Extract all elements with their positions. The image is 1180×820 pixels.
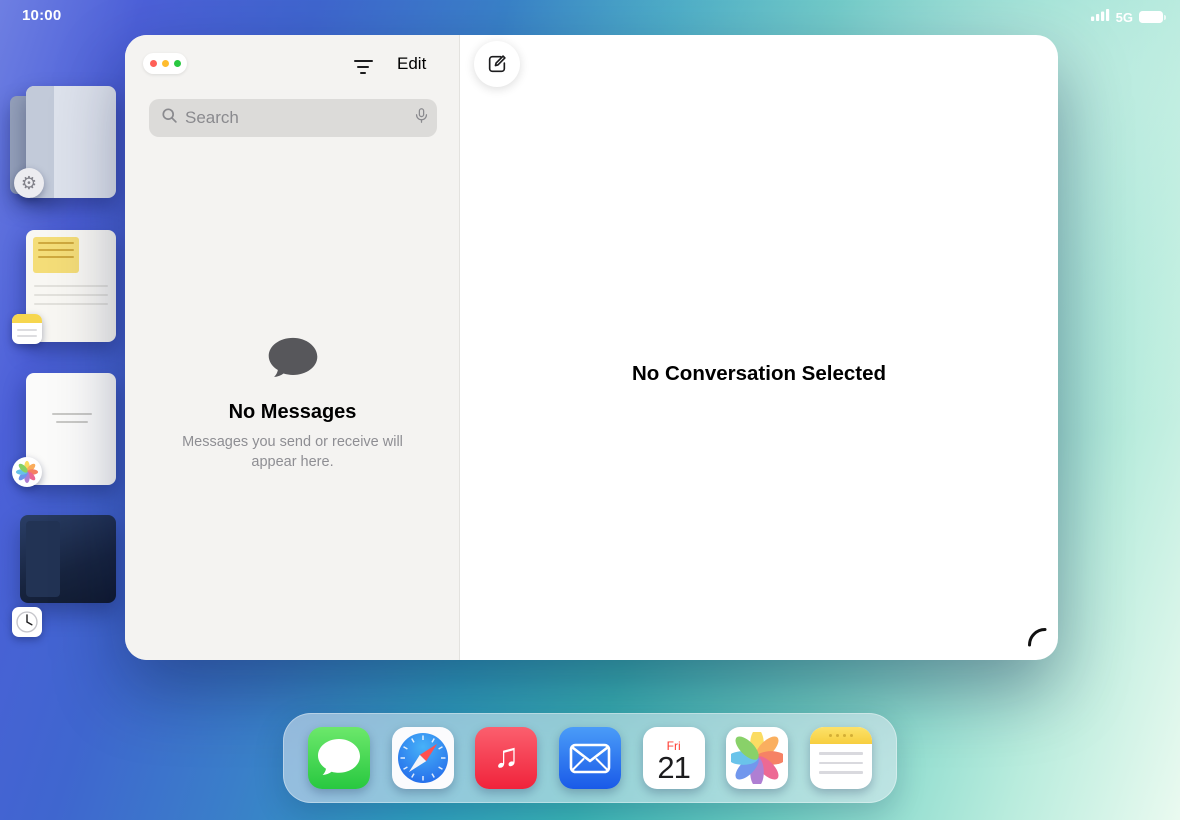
dock-icon-calendar[interactable]: Fri 21 xyxy=(642,727,705,789)
stage-thumbnail-settings[interactable]: ⚙ xyxy=(8,86,120,204)
chat-bubble-icon xyxy=(266,335,320,389)
stage-thumbnail-photos[interactable] xyxy=(8,373,120,491)
search-input[interactable] xyxy=(185,108,406,128)
dictation-mic-icon[interactable] xyxy=(413,107,430,129)
minimize-window-dot[interactable] xyxy=(161,60,169,67)
network-type-label: 5G xyxy=(1115,9,1133,25)
search-bar[interactable] xyxy=(149,99,437,137)
edit-button[interactable]: Edit xyxy=(397,54,426,74)
notes-yellow-band xyxy=(809,727,872,744)
music-note-icon: ♫ xyxy=(493,737,520,775)
stage-thumbnail-notes[interactable] xyxy=(8,230,120,348)
dock-icon-music[interactable]: ♫ xyxy=(475,727,538,789)
safari-compass-icon xyxy=(397,733,448,783)
clock-app-icon xyxy=(12,607,42,637)
mail-envelope-icon xyxy=(569,743,611,774)
calendar-day: 21 xyxy=(657,750,690,786)
no-conversation-title: No Conversation Selected xyxy=(631,362,887,385)
messages-bubble-icon xyxy=(318,739,360,775)
photos-flower-icon xyxy=(15,460,39,484)
compose-icon xyxy=(488,55,506,73)
dock-icon-safari[interactable] xyxy=(391,727,454,789)
sidebar-empty-state: No Messages Messages you send or receive… xyxy=(125,335,460,473)
no-messages-description: Messages you send or receive will appear… xyxy=(182,434,403,471)
photos-app-icon xyxy=(12,457,42,487)
search-icon xyxy=(161,107,178,129)
dock-icon-notes[interactable] xyxy=(809,727,872,789)
photos-flower-icon xyxy=(731,732,784,784)
zoom-window-dot[interactable] xyxy=(173,60,181,67)
note-highlight-block xyxy=(33,237,79,273)
gear-icon: ⚙ xyxy=(20,173,38,193)
dock-icon-mail[interactable] xyxy=(558,727,621,789)
notes-paper-lines xyxy=(810,744,872,789)
close-window-dot[interactable] xyxy=(149,60,157,67)
clock-time: 10:00 xyxy=(22,7,62,24)
window-controls[interactable] xyxy=(143,53,187,74)
compose-button[interactable] xyxy=(474,41,520,87)
status-bar: 10:00 5G xyxy=(0,0,1180,30)
stage-thumbnail-clock[interactable] xyxy=(8,513,120,641)
no-messages-title: No Messages xyxy=(228,401,357,423)
filter-button[interactable] xyxy=(347,51,379,83)
clock-face-icon xyxy=(16,611,38,633)
battery-icon xyxy=(1139,11,1166,23)
dark-window-preview xyxy=(20,515,116,603)
dock-icon-messages[interactable] xyxy=(308,727,370,789)
ipad-screen: 10:00 5G ⚙ Edit Search No Messages Messa… xyxy=(0,0,1180,820)
settings-app-icon: ⚙ xyxy=(14,168,44,198)
messages-window: Edit Search No Messages Messages you sen… xyxy=(125,35,1058,660)
dock: ♫ Fri 21 xyxy=(283,713,897,803)
notes-app-icon xyxy=(12,314,42,344)
dock-icon-photos[interactable] xyxy=(726,727,789,789)
cellular-signal-icon xyxy=(1090,8,1110,26)
window-resize-handle[interactable] xyxy=(1026,626,1048,653)
